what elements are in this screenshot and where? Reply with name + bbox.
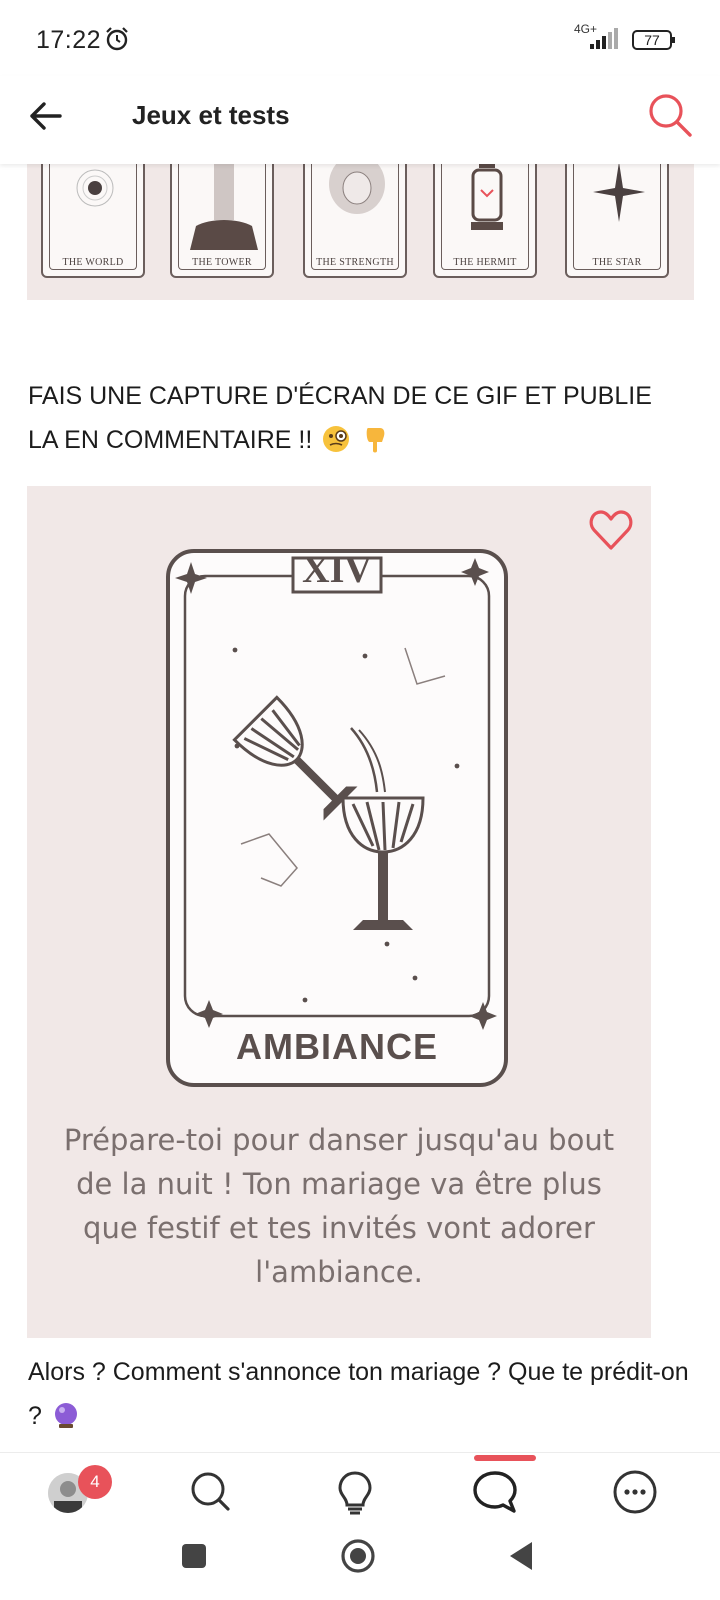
card-description: Prépare-toi pour danser jusqu'au bout de… bbox=[63, 1123, 615, 1289]
status-time: 17:22 bbox=[36, 26, 102, 54]
tarot-cards-image: THE WORLD THE TOWER THE STRENGTH THE HER… bbox=[27, 164, 694, 300]
active-tab-indicator bbox=[474, 1455, 536, 1461]
tarot-card-illustration bbox=[166, 549, 508, 1087]
post-question-text: Alors ? Comment s'annonce ton mariage ? … bbox=[28, 1358, 689, 1430]
signal-icon: 4G+ bbox=[574, 22, 622, 52]
chat-bubble-icon[interactable] bbox=[470, 1467, 520, 1517]
post-heading: FAIS UNE CAPTURE D'ÉCRAN DE CE GIF ET PU… bbox=[28, 374, 688, 462]
monocle-face-emoji-icon bbox=[323, 426, 350, 452]
page-title: Jeux et tests bbox=[132, 100, 290, 130]
back-arrow-icon[interactable] bbox=[26, 96, 66, 136]
recent-apps-icon[interactable] bbox=[174, 1536, 214, 1576]
gif-image: XIV AMBIANCE Prépare-toi pour danser jus… bbox=[27, 486, 651, 1338]
app-header: Jeux et tests bbox=[0, 76, 720, 164]
tarot-card-world: THE WORLD bbox=[41, 164, 145, 278]
tarot-card-tower: THE TOWER bbox=[170, 164, 274, 278]
pointing-down-emoji-icon bbox=[366, 428, 385, 453]
bottom-nav: 4 bbox=[0, 1452, 720, 1522]
search-icon[interactable] bbox=[186, 1467, 236, 1517]
post-question: Alors ? Comment s'annonce ton mariage ? … bbox=[28, 1350, 708, 1438]
tarot-card-label: THE TOWER bbox=[192, 257, 252, 268]
crystal-ball-emoji-icon bbox=[54, 1403, 77, 1428]
notification-badge: 4 bbox=[78, 1465, 112, 1499]
tarot-card-strength: THE STRENGTH bbox=[303, 164, 407, 278]
tarot-card-hermit: THE HERMIT bbox=[433, 164, 537, 278]
card-name: AMBIANCE bbox=[236, 1026, 438, 1067]
tarot-card-label: THE HERMIT bbox=[453, 257, 517, 268]
back-icon[interactable] bbox=[502, 1536, 542, 1576]
tarot-card-label: THE STRENGTH bbox=[316, 257, 394, 268]
heart-icon[interactable] bbox=[587, 506, 635, 554]
more-icon[interactable] bbox=[610, 1467, 660, 1517]
tarot-card-star: THE STAR bbox=[565, 164, 669, 278]
tarot-card-label: THE WORLD bbox=[62, 257, 124, 268]
system-nav-bar bbox=[0, 1522, 720, 1600]
card-numeral: XIV bbox=[302, 549, 372, 591]
post-content: THE WORLD THE TOWER THE STRENGTH THE HER… bbox=[0, 164, 720, 1452]
tarot-card-label: THE STAR bbox=[592, 257, 642, 268]
search-icon[interactable] bbox=[644, 90, 696, 142]
home-icon[interactable] bbox=[338, 1536, 378, 1576]
alarm-icon bbox=[106, 27, 128, 51]
status-bar: 17:22 4G+ 77 bbox=[0, 0, 720, 76]
lightbulb-icon[interactable] bbox=[330, 1467, 380, 1517]
battery-level: 77 bbox=[644, 32, 660, 48]
